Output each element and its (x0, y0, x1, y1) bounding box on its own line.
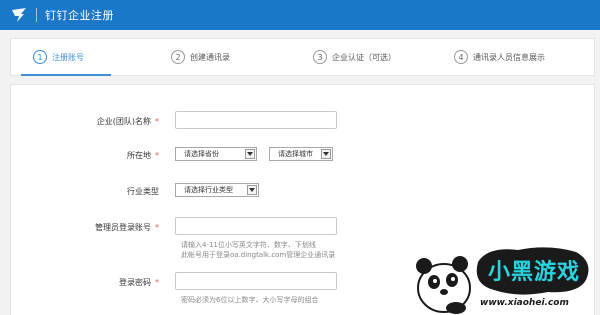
required-mark: * (155, 117, 159, 126)
page-title: 钉钉企业注册 (45, 9, 114, 22)
site-watermark: 小黑游戏 www.xiaohei.com (408, 240, 598, 315)
industry-label: 行业类型 (127, 187, 159, 196)
watermark-url: www.xiaohei.com (480, 298, 569, 308)
password-input[interactable] (175, 272, 337, 290)
step-number: 1 (33, 50, 47, 64)
chevron-down-icon (245, 149, 255, 159)
step-label: 通讯录人员信息展示 (473, 52, 545, 62)
required-mark: * (155, 223, 159, 232)
step-company-verification: 3 企业认证（可选） (313, 39, 396, 75)
chevron-down-icon (321, 149, 331, 159)
chevron-down-icon (247, 185, 257, 195)
watermark-logo-text: 小黑游戏 (488, 260, 581, 285)
province-select[interactable]: 请选择省份 (175, 147, 257, 161)
active-step-indicator (21, 74, 111, 76)
step-number: 3 (313, 50, 327, 64)
step-register-account: 1 注册账号 (33, 39, 84, 75)
step-create-directory: 2 创建通讯录 (171, 39, 230, 75)
password-label: 登录密码 * (119, 278, 159, 287)
city-select[interactable]: 请选择城市 (269, 147, 333, 161)
dingtalk-logo-icon[interactable] (6, 0, 32, 30)
industry-select-value: 请选择行业类型 (184, 186, 233, 194)
required-mark: * (155, 151, 159, 160)
admin-account-label: 管理员登录账号 * (95, 223, 159, 232)
location-label: 所在地 * (127, 151, 159, 160)
step-directory-display: 4 通讯录人员信息展示 (454, 39, 545, 75)
header-divider (36, 8, 37, 22)
step-label: 创建通讯录 (190, 52, 230, 62)
company-name-label: 企业(团队)名称 * (96, 117, 159, 126)
company-name-input[interactable] (175, 111, 337, 129)
required-mark: * (155, 278, 159, 287)
industry-select[interactable]: 请选择行业类型 (175, 183, 259, 197)
step-label: 注册账号 (52, 52, 84, 62)
password-hint: 密码必须为6位以上数字、大小写字母的组合 (181, 296, 319, 304)
admin-account-input[interactable] (175, 217, 337, 235)
city-select-value: 请选择城市 (278, 150, 313, 158)
app-header: 钉钉企业注册 (0, 0, 600, 30)
step-number: 4 (454, 50, 468, 64)
province-select-value: 请选择省份 (184, 150, 219, 158)
step-label: 企业认证（可选） (332, 52, 396, 62)
step-number: 2 (171, 50, 185, 64)
admin-account-hint-2: 此帐号用于登录oa.dingtalk.com管理企业通讯录 (181, 251, 336, 259)
registration-steps: 1 注册账号 2 创建通讯录 3 企业认证（可选） 4 通讯录人员信息展示 (10, 38, 595, 76)
